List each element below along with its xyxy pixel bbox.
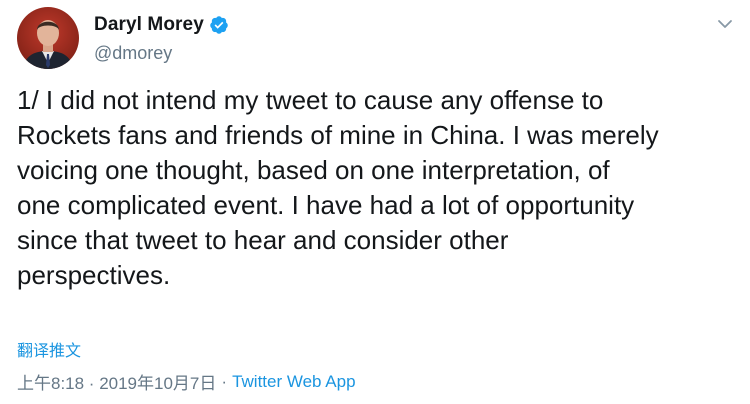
- tweet-text: 1/ I did not intend my tweet to cause an…: [17, 85, 659, 290]
- avatar[interactable]: [17, 7, 79, 69]
- author-handle[interactable]: @dmorey: [94, 43, 229, 64]
- verified-badge-icon: [209, 15, 229, 35]
- profile-photo: [17, 7, 79, 69]
- tweet-source-link[interactable]: Twitter Web App: [232, 372, 355, 392]
- translate-tweet-link[interactable]: 翻译推文: [17, 337, 81, 361]
- tweet-timestamp[interactable]: 上午8:18 · 2019年10月7日: [17, 369, 216, 394]
- author-name-row: Daryl Morey: [94, 13, 229, 37]
- tweet-metadata: 上午8:18 · 2019年10月7日 · Twitter Web App: [17, 369, 356, 394]
- chevron-down-icon[interactable]: [717, 16, 733, 32]
- meta-separator: ·: [221, 371, 228, 391]
- tweet-author[interactable]: Daryl Morey @dmorey: [94, 13, 229, 64]
- author-display-name[interactable]: Daryl Morey: [94, 14, 204, 36]
- tweet-card: Daryl Morey @dmorey 1/ I did not intend …: [0, 0, 750, 404]
